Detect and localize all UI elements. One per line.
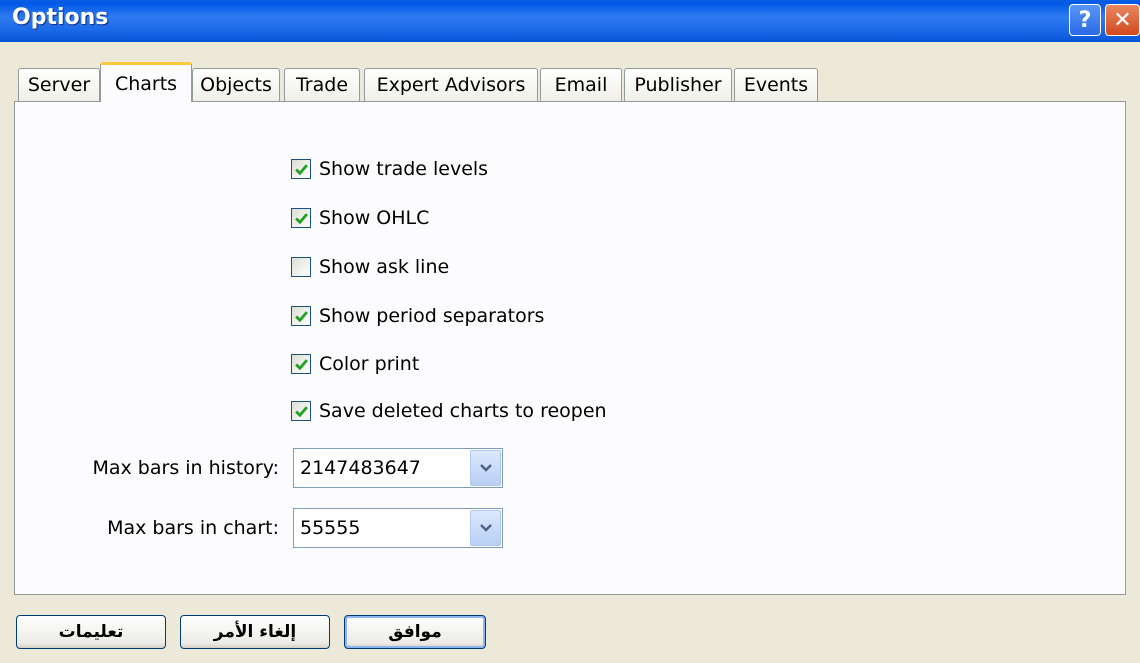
checkbox[interactable] — [291, 208, 311, 228]
help-button[interactable]: تعليمات — [16, 615, 166, 649]
window-title: Options — [12, 5, 109, 30]
checkbox-label: Save deleted charts to reopen — [319, 400, 607, 422]
close-title-button[interactable]: ✕ — [1105, 4, 1140, 36]
charts-tab-panel: Show trade levels Show OHLC Show ask lin… — [14, 101, 1126, 595]
tab-trade[interactable]: Trade — [284, 68, 360, 101]
tab-server[interactable]: Server — [18, 68, 100, 101]
title-bar[interactable]: Options ? ✕ — [0, 0, 1140, 42]
ok-button[interactable]: موافق — [344, 615, 486, 649]
cancel-button[interactable]: إلغاء الأمر — [180, 615, 330, 649]
close-icon: ✕ — [1113, 7, 1132, 33]
option-save-deleted-charts[interactable]: Save deleted charts to reopen — [291, 398, 607, 424]
checkbox[interactable] — [291, 401, 311, 421]
checkmark-icon — [294, 405, 308, 417]
checkmark-icon — [294, 310, 308, 322]
checkbox-label: Show ask line — [319, 256, 450, 278]
checkmark-icon — [294, 212, 308, 224]
checkbox[interactable] — [291, 257, 311, 277]
max-bars-chart-combo[interactable]: 55555 — [293, 508, 503, 548]
checkmark-icon — [294, 163, 308, 175]
dropdown-button[interactable] — [470, 510, 501, 546]
max-bars-history-label: Max bars in history: — [92, 457, 279, 479]
checkbox-label: Color print — [319, 353, 420, 375]
checkmark-icon — [294, 358, 308, 370]
max-bars-history-combo[interactable]: 2147483647 — [293, 448, 503, 488]
checkbox-label: Show period separators — [319, 305, 545, 327]
tab-email[interactable]: Email — [540, 68, 622, 101]
checkbox[interactable] — [291, 354, 311, 374]
checkbox[interactable] — [291, 306, 311, 326]
options-dialog: Options ? ✕ Server Charts Objects Trade … — [0, 0, 1140, 663]
option-color-print[interactable]: Color print — [291, 351, 419, 377]
chevron-down-icon — [479, 464, 492, 472]
tab-events[interactable]: Events — [734, 68, 818, 101]
dropdown-button[interactable] — [470, 450, 501, 486]
help-title-button[interactable]: ? — [1069, 4, 1101, 36]
max-bars-history-value: 2147483647 — [300, 457, 421, 479]
chevron-down-icon — [479, 524, 492, 532]
max-bars-chart-label: Max bars in chart: — [107, 517, 279, 539]
tab-charts[interactable]: Charts — [100, 62, 192, 102]
checkbox-label: Show OHLC — [319, 207, 430, 229]
option-show-ask-line[interactable]: Show ask line — [291, 254, 449, 280]
max-bars-chart-value: 55555 — [300, 517, 361, 539]
tab-objects[interactable]: Objects — [192, 68, 280, 101]
tab-expert-advisors[interactable]: Expert Advisors — [364, 68, 538, 101]
option-show-ohlc[interactable]: Show OHLC — [291, 205, 429, 231]
tab-publisher[interactable]: Publisher — [624, 68, 732, 101]
option-show-period-separators[interactable]: Show period separators — [291, 303, 544, 329]
checkbox[interactable] — [291, 159, 311, 179]
option-show-trade-levels[interactable]: Show trade levels — [291, 156, 488, 182]
checkbox-label: Show trade levels — [319, 158, 489, 180]
question-mark-icon: ? — [1078, 7, 1092, 33]
